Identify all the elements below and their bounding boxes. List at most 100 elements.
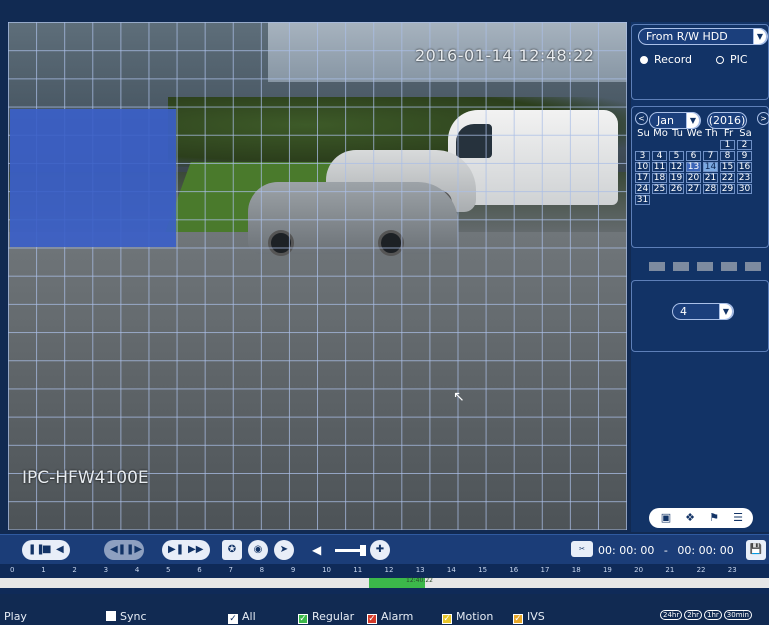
calendar-day[interactable]: 18 <box>652 173 667 183</box>
calendar-day[interactable]: 21 <box>703 173 718 183</box>
motion-detection-grid[interactable] <box>8 22 627 530</box>
alarm-checkbox[interactable]: ✓ Alarm <box>367 610 413 624</box>
camera-name-overlay: IPC-HFW4100E <box>22 468 149 488</box>
calendar-day[interactable]: 22 <box>720 173 735 183</box>
zoom-2hr-button[interactable]: 2hr <box>684 610 703 620</box>
calendar-day[interactable]: 2 <box>737 140 752 150</box>
calendar-day[interactable]: 17 <box>635 173 650 183</box>
calendar-day[interactable]: 30 <box>737 184 752 194</box>
fast-forward-icon[interactable]: ▶▶ <box>188 540 203 560</box>
next-month-icon[interactable]: > <box>757 112 769 125</box>
snapshot-icon[interactable]: ◉ <box>248 540 268 560</box>
time-separator: - <box>663 544 668 557</box>
timeline[interactable]: 0 1 2 3 4 5 6 7 8 9 10 11 12 13 14 15 16 17 18 19 20 21 22 23 1… <box>0 564 769 594</box>
calendar-day[interactable]: 9 <box>737 151 752 161</box>
split-16-icon[interactable] <box>721 262 737 271</box>
calendar-day[interactable]: 13 <box>686 162 701 172</box>
digital-zoom-icon[interactable]: ✚ <box>370 540 390 560</box>
clip-icon[interactable]: ✂ <box>571 541 593 557</box>
previous-frame-icon[interactable]: ◀❚ <box>110 540 126 560</box>
hour-tick-label: 8 <box>259 566 265 574</box>
calendar-day[interactable]: 28 <box>703 184 718 194</box>
tag-icon[interactable]: ⚑ <box>705 511 723 525</box>
calendar-day[interactable]: 7 <box>703 151 718 161</box>
calendar-day[interactable]: 4 <box>652 151 667 161</box>
slow-play-icon[interactable]: ▶❚ <box>168 540 184 560</box>
clip-end-time: 00: 00: 00 <box>677 544 734 557</box>
year-field[interactable]: (2016) <box>707 112 747 129</box>
regular-checkbox[interactable]: ✓ Regular <box>298 610 354 624</box>
zoom-1hr-button[interactable]: 1hr <box>704 610 722 620</box>
calendar-day[interactable]: 5 <box>669 151 684 161</box>
hour-tick-label: 7 <box>228 566 233 574</box>
pic-radio[interactable]: PIC <box>716 53 748 66</box>
ivs-checkbox[interactable]: ✓ IVS <box>513 610 545 624</box>
zoom-24hr-button[interactable]: 24hr <box>660 610 683 620</box>
save-icon[interactable]: 💾 <box>746 540 766 560</box>
next-frame-icon[interactable]: ❚▶ <box>126 540 142 560</box>
calendar-week-row: 24 25 26 27 28 29 30 <box>635 184 769 194</box>
calendar-empty-cell <box>703 140 718 150</box>
weekday-label: Su <box>637 128 650 139</box>
split-4-icon[interactable] <box>673 262 689 271</box>
sync-checkbox[interactable]: Sync <box>106 610 147 623</box>
ivs-label: IVS <box>527 610 545 623</box>
calendar-day[interactable]: 19 <box>669 173 684 183</box>
motion-checkbox[interactable]: ✓ Motion <box>442 610 493 624</box>
zoom-30min-button[interactable]: 30min <box>723 610 752 620</box>
volume-icon[interactable]: ◀ <box>312 543 321 557</box>
calendar-week-row: 12 <box>635 140 769 150</box>
calendar-day[interactable]: 25 <box>652 184 667 194</box>
calendar-week-row: 31 <box>635 195 769 205</box>
calendar-day[interactable]: 12 <box>669 162 684 172</box>
frame-step-group: ◀❚ ❚▶ <box>104 540 144 560</box>
hour-tick-label: 17 <box>540 566 550 574</box>
calendar-day[interactable]: 23 <box>737 173 752 183</box>
month-dropdown[interactable]: Jan ▼ <box>649 112 701 129</box>
calendar-day[interactable]: 26 <box>669 184 684 194</box>
calendar-day[interactable]: 15 <box>720 162 735 172</box>
reverse-play-icon[interactable]: ◀ <box>56 540 64 560</box>
smart-search-icon[interactable]: ✪ <box>222 540 242 560</box>
previous-month-icon[interactable]: < <box>635 112 648 125</box>
calendar-day[interactable]: 14 <box>703 162 718 172</box>
checkmark-icon: ✓ <box>442 614 452 624</box>
timeline-zoom-buttons: 24hr 2hr 1hr 30min <box>660 610 754 620</box>
video-timestamp: 2016-01-14 12:48:22 <box>415 46 595 65</box>
channel-select-box: 4 ▼ <box>631 280 769 352</box>
video-mode-icon[interactable]: ▣ <box>657 511 675 525</box>
regular-label: Regular <box>312 610 355 623</box>
video-playback-pane[interactable]: 2016-01-14 12:48:22 IPC-HFW4100E ↖ <box>8 22 627 530</box>
smart-search-icon[interactable]: ❖ <box>681 511 699 525</box>
calendar-week-row: 3456789 <box>635 151 769 161</box>
source-dropdown[interactable]: From R/W HDD ▼ <box>638 28 768 45</box>
calendar-day[interactable]: 24 <box>635 184 650 194</box>
calendar-day[interactable]: 1 <box>720 140 735 150</box>
calendar-empty-cell <box>737 195 752 205</box>
calendar-day[interactable]: 20 <box>686 173 701 183</box>
calendar-day[interactable]: 11 <box>652 162 667 172</box>
all-checkbox[interactable]: ✓ All <box>228 610 256 624</box>
calendar-day[interactable]: 10 <box>635 162 650 172</box>
calendar-empty-cell <box>703 195 718 205</box>
hour-tick-label: 18 <box>571 566 581 574</box>
stop-icon[interactable]: ■ <box>42 540 51 560</box>
channel-count-dropdown[interactable]: 4 ▼ <box>672 303 734 320</box>
split-more-icon[interactable] <box>745 262 761 271</box>
calendar-day[interactable]: 29 <box>720 184 735 194</box>
calendar-day[interactable]: 31 <box>635 195 650 205</box>
calendar-day[interactable]: 8 <box>720 151 735 161</box>
pin-icon[interactable]: ➤ <box>274 540 294 560</box>
calendar-day[interactable]: 3 <box>635 151 650 161</box>
calendar-day[interactable]: 27 <box>686 184 701 194</box>
split-1-icon[interactable] <box>649 262 665 271</box>
privacy-mask-region[interactable] <box>10 109 176 247</box>
file-list-icon[interactable]: ☰ <box>729 511 747 525</box>
calendar-day[interactable]: 16 <box>737 162 752 172</box>
month-value: Jan <box>657 114 674 127</box>
hour-tick-label: 16 <box>509 566 519 574</box>
record-radio[interactable]: Record <box>640 53 692 66</box>
split-9-icon[interactable] <box>697 262 713 271</box>
calendar-day[interactable]: 6 <box>686 151 701 161</box>
volume-slider[interactable] <box>335 545 366 556</box>
